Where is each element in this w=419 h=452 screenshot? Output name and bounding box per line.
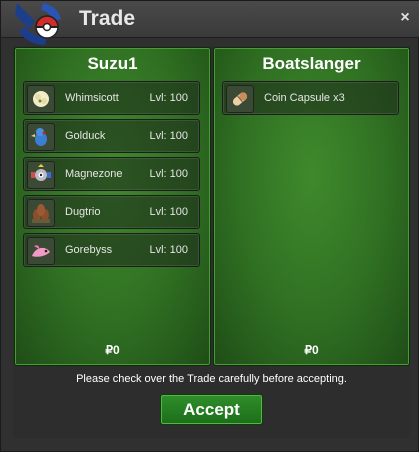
- gorebyss-icon: [27, 237, 55, 265]
- dugtrio-icon: [27, 199, 55, 227]
- coin-capsule-icon: [226, 85, 254, 113]
- close-icon[interactable]: ×: [398, 10, 412, 26]
- item-level: Lvl: 100: [149, 130, 188, 142]
- title-bar[interactable]: Trade ×: [1, 1, 419, 45]
- left-money: ₽0: [105, 343, 120, 357]
- magnezone-icon: [27, 161, 55, 189]
- item-name: Coin Capsule x3: [264, 92, 345, 104]
- trade-item-magnezone[interactable]: Magnezone Lvl: 100: [23, 157, 200, 191]
- item-level: Lvl: 100: [149, 206, 188, 218]
- trade-window: Trade × Suzu1 Whimsicott Lvl: 100 Golduc…: [0, 0, 419, 452]
- item-name: Magnezone: [65, 168, 123, 180]
- right-player-name: Boatslanger: [262, 54, 361, 73]
- item-level: Lvl: 100: [149, 168, 188, 180]
- item-name: Golduck: [65, 130, 106, 142]
- trade-item-gorebyss[interactable]: Gorebyss Lvl: 100: [23, 233, 200, 267]
- right-money: ₽0: [304, 343, 319, 357]
- offer-panel-right: Boatslanger Coin Capsule x3 ₽0: [213, 47, 410, 366]
- item-name: Whimsicott: [65, 92, 119, 104]
- golduck-icon: [27, 123, 55, 151]
- offer-panel-left: Suzu1 Whimsicott Lvl: 100 Golduck Lvl: 1…: [14, 47, 211, 366]
- item-name: Gorebyss: [65, 244, 113, 256]
- trade-area: Suzu1 Whimsicott Lvl: 100 Golduck Lvl: 1…: [13, 46, 410, 438]
- accept-button[interactable]: Accept: [160, 394, 263, 425]
- trade-item-whimsicott[interactable]: Whimsicott Lvl: 100: [23, 81, 200, 115]
- game-logo-icon: [15, 3, 61, 45]
- trade-item-golduck[interactable]: Golduck Lvl: 100: [23, 119, 200, 153]
- item-name: Dugtrio: [65, 206, 101, 218]
- trade-item-dugtrio[interactable]: Dugtrio Lvl: 100: [23, 195, 200, 229]
- trade-item-coin-capsule[interactable]: Coin Capsule x3: [222, 81, 399, 115]
- whimsicott-icon: [27, 85, 55, 113]
- item-level: Lvl: 100: [149, 92, 188, 104]
- item-level: Lvl: 100: [149, 244, 188, 256]
- trade-notice: Please check over the Trade carefully be…: [76, 373, 347, 385]
- window-title: Trade: [79, 7, 136, 30]
- left-player-name: Suzu1: [87, 54, 138, 73]
